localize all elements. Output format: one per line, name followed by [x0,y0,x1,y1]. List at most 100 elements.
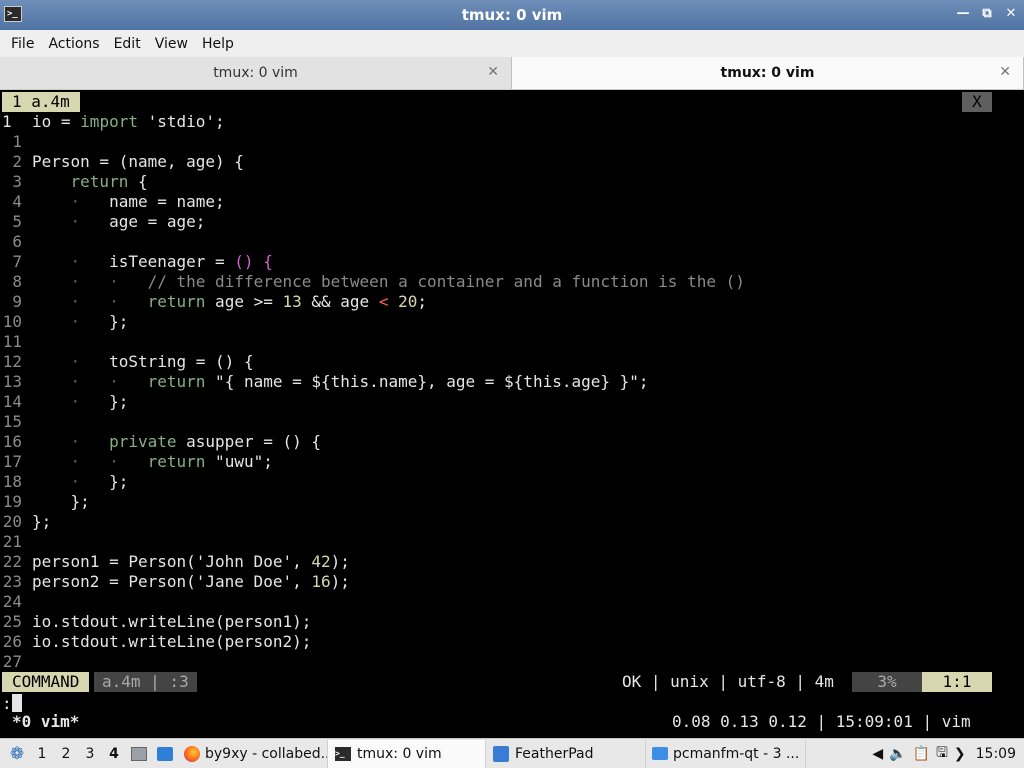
minimize-icon[interactable]: — [956,6,970,21]
line-number: 1 [2,112,12,131]
code-text: }; [32,512,52,531]
line-number: 1 [12,132,22,151]
vim-command-line[interactable]: : [2,694,22,714]
menu-actions[interactable]: Actions [41,36,106,52]
start-menu-icon[interactable]: ❁ [4,742,30,766]
workspace-1[interactable]: 1 [30,746,54,762]
code-line: 12 · toString = () { [0,352,1024,372]
line-number: 11 [2,332,22,351]
line-number: 17 [2,452,22,471]
code-text: · · return "{ name = ${this.name}, age =… [70,372,649,391]
vim-cursor-position: 1:1 [922,672,992,692]
line-number: 27 [2,652,22,671]
code-line: 15 [0,412,1024,432]
taskbar: ❁ 1 2 3 4 by9xy - collabed... >_ tmux: 0… [0,738,1024,768]
code-text: · name = name; [70,192,225,211]
code-line: 13 · · return "{ name = ${this.name}, ag… [0,372,1024,392]
code-line: 14 · }; [0,392,1024,412]
code-text: }; [70,492,90,511]
line-number: 13 [2,372,22,391]
menu-file[interactable]: File [4,36,41,52]
line-number: 23 [2,572,22,591]
tmux-window-list[interactable]: *0 vim* [12,712,79,732]
code-line: 11 [0,332,1024,352]
vim-tabline-buffer[interactable]: 1 a.4m [2,92,80,112]
code-line: 17 · · return "uwu"; [0,452,1024,472]
file-manager-launcher-icon[interactable] [152,742,178,766]
system-tray: ◀ 🔈 📋 🖫 ❯ 15:09 [872,742,1024,766]
line-number: 16 [2,432,22,451]
code-text: io.stdout.writeLine(person2); [32,632,312,651]
code-line: 1 io = import 'stdio'; [0,112,1024,132]
line-number: 7 [12,252,22,271]
menu-bar: File Actions Edit View Help [0,30,1024,57]
menu-view[interactable]: View [148,36,195,52]
menu-edit[interactable]: Edit [107,36,148,52]
chevron-left-icon[interactable]: ◀ [872,746,883,762]
line-number: 9 [12,292,22,311]
code-line: 21 [0,532,1024,552]
code-line: 20}; [0,512,1024,532]
code-line: 25 io.stdout.writeLine(person1); [0,612,1024,632]
window-titlebar[interactable]: >_ tmux: 0 vim — ⧉ ✕ [0,0,1024,30]
line-number: 21 [2,532,22,551]
volume-icon[interactable]: 🔈 [889,746,906,762]
close-icon[interactable]: ✕ [1004,6,1018,21]
code-text: · toString = () { [70,352,254,371]
clock[interactable]: 15:09 [972,746,1020,762]
code-text: · · return age >= 13 && age < 20; [70,292,427,311]
restore-icon[interactable]: ⧉ [980,6,994,21]
task-file-manager[interactable]: pcmanfm-qt - 3 ... [646,739,806,768]
code-line: 26 io.stdout.writeLine(person2); [0,632,1024,652]
line-number: 24 [2,592,22,611]
window-controls: — ⧉ ✕ [956,6,1018,21]
firefox-icon [184,745,200,763]
workspace-2[interactable]: 2 [54,746,78,762]
code-text: · · return "uwu"; [70,452,273,471]
code-text: · private asupper = () { [70,432,322,451]
code-line: 5 · age = age; [0,212,1024,232]
tab-terminal-2[interactable]: tmux: 0 vim ✕ [512,57,1024,89]
vim-file-info: a.4m | :3 [94,672,197,692]
terminal-view[interactable]: 1 a.4m X 1 io = import 'stdio'; 1 2 Person… [0,90,1024,738]
line-number: 25 [2,612,22,631]
code-line: 19 }; [0,492,1024,512]
menu-help[interactable]: Help [195,36,241,52]
tab-terminal-1[interactable]: tmux: 0 vim ✕ [0,57,512,89]
code-text: io.stdout.writeLine(person1); [32,612,312,631]
clipboard-icon[interactable]: 📋 [913,746,930,762]
code-line: 9 · · return age >= 13 && age < 20; [0,292,1024,312]
line-number: 8 [12,272,22,291]
task-terminal[interactable]: >_ tmux: 0 vim [328,739,486,768]
code-line: 8 · · // the difference between a contai… [0,272,1024,292]
line-number: 18 [2,472,22,491]
code-line: 22 person1 = Person('John Doe', 42); [0,552,1024,572]
vim-statusline: COMMAND a.4m | :3 OK | unix | utf-8 | 4m… [2,672,992,692]
code-line: 6 [0,232,1024,252]
task-firefox[interactable]: by9xy - collabed... [178,739,328,768]
tab-close-icon[interactable]: ✕ [487,64,499,80]
code-line: 7 · isTeenager = () { [0,252,1024,272]
bluetooth-icon[interactable]: ❯ [954,746,966,762]
vim-file-format-info: OK | unix | utf-8 | 4m [622,672,834,691]
code-text: return { [70,172,148,191]
code-line: 16 · private asupper = () { [0,432,1024,452]
code-line: 2 Person = (name, age) { [0,152,1024,172]
tab-bar: tmux: 0 vim ✕ tmux: 0 vim ✕ [0,57,1024,90]
tab-close-icon[interactable]: ✕ [999,64,1011,80]
line-number: 10 [2,312,22,331]
code-text: person2 = Person('Jane Doe', 16); [32,572,350,591]
line-number: 26 [2,632,22,651]
vim-tabline-close[interactable]: X [962,92,992,112]
code-line: 3 return { [0,172,1024,192]
workspace-3[interactable]: 3 [78,746,102,762]
task-featherpad[interactable]: FeatherPad [486,739,646,768]
line-number: 14 [2,392,22,411]
network-icon[interactable]: 🖫 [936,742,948,766]
featherpad-icon [492,745,510,763]
line-number: 4 [12,192,22,211]
folder-icon [652,745,668,763]
workspace-4[interactable]: 4 [102,746,126,762]
code-text: person1 = Person('John Doe', 42); [32,552,350,571]
show-desktop-icon[interactable] [126,742,152,766]
